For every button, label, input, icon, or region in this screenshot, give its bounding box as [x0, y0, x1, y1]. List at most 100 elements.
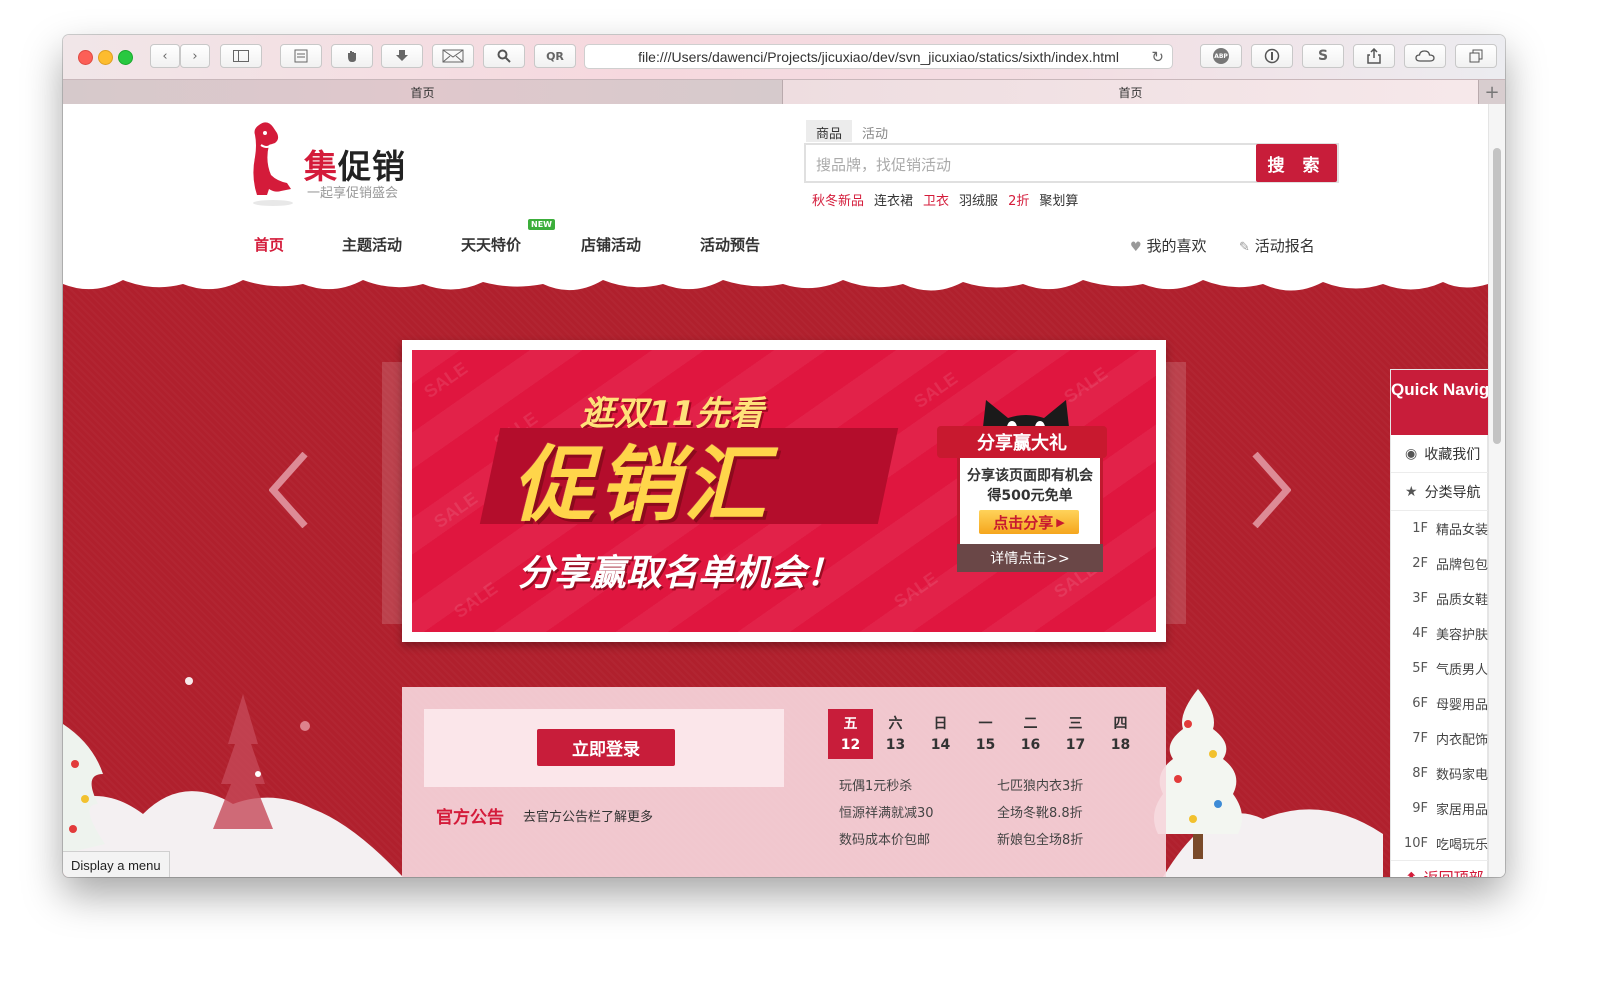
password-button[interactable]	[1251, 44, 1293, 68]
day-tab[interactable]: 日 14	[918, 709, 963, 759]
browser-tab-1[interactable]: 首页	[63, 80, 783, 104]
day-weekday: 六	[888, 716, 903, 732]
cloud-button[interactable]	[1404, 44, 1446, 68]
day-weekday: 五	[843, 716, 858, 732]
day-tab[interactable]: 六 13	[873, 709, 918, 759]
close-window-button[interactable]	[78, 50, 93, 65]
hand-icon	[348, 51, 356, 62]
carousel-prev-button[interactable]	[269, 452, 309, 528]
floor-link[interactable]: 7F 内衣配饰	[1391, 721, 1488, 756]
day-tab[interactable]: 五 12	[828, 709, 873, 759]
share-button[interactable]	[1353, 44, 1395, 68]
day-date: 18	[1110, 737, 1131, 753]
login-button[interactable]: 立即登录	[537, 729, 675, 766]
envelope-icon	[442, 49, 464, 63]
banner-image: SALE SALE SALE SALE SALE SALE SALE SALE …	[412, 350, 1156, 632]
favorites-link[interactable]: ♥ 我的喜欢	[1130, 235, 1206, 256]
nav-themes[interactable]: 主题活动	[342, 234, 402, 255]
new-tab-button[interactable]: +	[1479, 80, 1505, 104]
pencil-icon: ✎	[1239, 240, 1250, 255]
floor-link[interactable]: 6F 母婴用品	[1391, 686, 1488, 721]
qr-button[interactable]: QR	[534, 44, 576, 68]
deal-item[interactable]: 七匹狼内衣3折	[997, 775, 1083, 794]
deal-item[interactable]: 恒源祥满就减30	[839, 802, 934, 821]
extension-button-3[interactable]	[432, 44, 474, 68]
hot-keyword[interactable]: 2折	[1008, 190, 1029, 209]
extension-button-1[interactable]	[280, 44, 322, 68]
day-date: 12	[840, 737, 861, 753]
day-tab[interactable]: 二 16	[1008, 709, 1053, 759]
share-promo-text: 分享该页面即有机会 得500元免单	[957, 466, 1103, 506]
day-tab[interactable]: 四 18	[1098, 709, 1143, 759]
share-promo-line: 得500元免单	[987, 488, 1073, 504]
signup-link[interactable]: ✎ 活动报名	[1239, 235, 1315, 256]
notice-link[interactable]: 去官方公告栏了解更多	[523, 806, 653, 825]
deal-item[interactable]: 数码成本价包邮	[839, 829, 930, 848]
carousel-next-button[interactable]	[1251, 452, 1291, 528]
hot-keyword[interactable]: 聚划算	[1039, 190, 1078, 209]
browser-toolbar: ‹ › QR file:///Users/dawenci/Projects/ji…	[63, 35, 1505, 80]
search-button[interactable]: 搜 索	[1256, 144, 1337, 182]
floor-number: 7F	[1412, 731, 1428, 746]
day-tab[interactable]: 一 15	[963, 709, 1008, 759]
search-tool-button[interactable]	[483, 44, 525, 68]
back-to-top-button[interactable]: ⬆ 返回顶部	[1391, 860, 1488, 877]
day-tab[interactable]: 三 17	[1053, 709, 1098, 759]
site-logo-title[interactable]: 集促销	[304, 140, 406, 188]
hot-keyword[interactable]: 秋冬新品	[812, 190, 864, 209]
main-banner[interactable]: SALE SALE SALE SALE SALE SALE SALE SALE …	[402, 340, 1166, 642]
category-nav-link[interactable]: ★ 分类导航	[1391, 473, 1488, 511]
floor-number: 6F	[1412, 696, 1428, 711]
sidebar-toggle-button[interactable]	[220, 44, 262, 68]
floor-link[interactable]: 4F 美容护肤	[1391, 616, 1488, 651]
hot-keywords: 秋冬新品 连衣裙 卫衣 羽绒服 2折 聚划算	[812, 190, 1078, 209]
extension-button-2[interactable]	[331, 44, 373, 68]
hot-keyword[interactable]: 卫衣	[923, 190, 949, 209]
floor-number: 9F	[1412, 801, 1428, 816]
page-scrollbar[interactable]	[1488, 104, 1505, 877]
floor-link[interactable]: 10F 吃喝玩乐	[1391, 826, 1488, 861]
download-button[interactable]	[381, 44, 423, 68]
floor-link[interactable]: 9F 家居用品	[1391, 791, 1488, 826]
adblock-button[interactable]: ABP	[1200, 44, 1242, 68]
url-text: file:///Users/dawenci/Projects/jicuxiao/…	[638, 48, 1119, 65]
minimize-window-button[interactable]	[98, 50, 113, 65]
deal-item[interactable]: 新娘包全场8折	[997, 829, 1083, 848]
nav-home[interactable]: 首页	[254, 234, 284, 255]
deal-item[interactable]: 全场冬靴8.8折	[997, 802, 1083, 821]
tabs-overview-button[interactable]	[1455, 44, 1497, 68]
nav-daily-deals[interactable]: 天天特价	[461, 234, 521, 255]
floor-link[interactable]: 1F 精品女装	[1391, 511, 1488, 546]
tabs-icon	[1469, 49, 1483, 63]
nav-upcoming[interactable]: 活动预告	[700, 234, 760, 255]
forward-button[interactable]: ›	[180, 44, 210, 68]
floor-link[interactable]: 8F 数码家电	[1391, 756, 1488, 791]
maximize-window-button[interactable]	[118, 50, 133, 65]
s-extension-button[interactable]: S	[1302, 44, 1344, 68]
scrollbar-thumb[interactable]	[1493, 148, 1501, 444]
floor-link[interactable]: 2F 品牌包包	[1391, 546, 1488, 581]
notice-title[interactable]: 官方公告	[436, 803, 504, 828]
back-button[interactable]: ‹	[150, 44, 180, 68]
logo-title-dark: 促销	[338, 147, 406, 186]
address-bar[interactable]: file:///Users/dawenci/Projects/jicuxiao/…	[584, 44, 1173, 69]
hot-keyword[interactable]: 连衣裙	[874, 190, 913, 209]
search-tab-events[interactable]: 活动	[852, 120, 898, 142]
search-tab-products[interactable]: 商品	[806, 120, 853, 142]
hot-keyword[interactable]: 羽绒服	[959, 190, 998, 209]
day-weekday: 一	[978, 716, 993, 732]
share-button[interactable]: 点击分享 ▶	[979, 510, 1079, 534]
browser-tab-2[interactable]: 首页	[783, 80, 1479, 104]
bookmark-label: 收藏我们	[1424, 446, 1481, 463]
floor-link[interactable]: 3F 品质女鞋	[1391, 581, 1488, 616]
bookmark-link[interactable]: ◉ 收藏我们	[1391, 435, 1488, 473]
floor-number: 2F	[1412, 556, 1428, 571]
deal-item[interactable]: 玩偶1元秒杀	[839, 775, 912, 794]
nav-store-events[interactable]: 店铺活动	[581, 234, 641, 255]
logo-slogan: 一起享促销盛会	[307, 186, 399, 201]
floor-link[interactable]: 5F 气质男人	[1391, 651, 1488, 686]
sale-watermark: SALE	[420, 358, 472, 403]
reload-icon[interactable]: ↻	[1151, 48, 1164, 66]
promo-detail-link[interactable]: 详情点击>>	[957, 544, 1103, 572]
share-label: 点击分享	[993, 513, 1054, 532]
